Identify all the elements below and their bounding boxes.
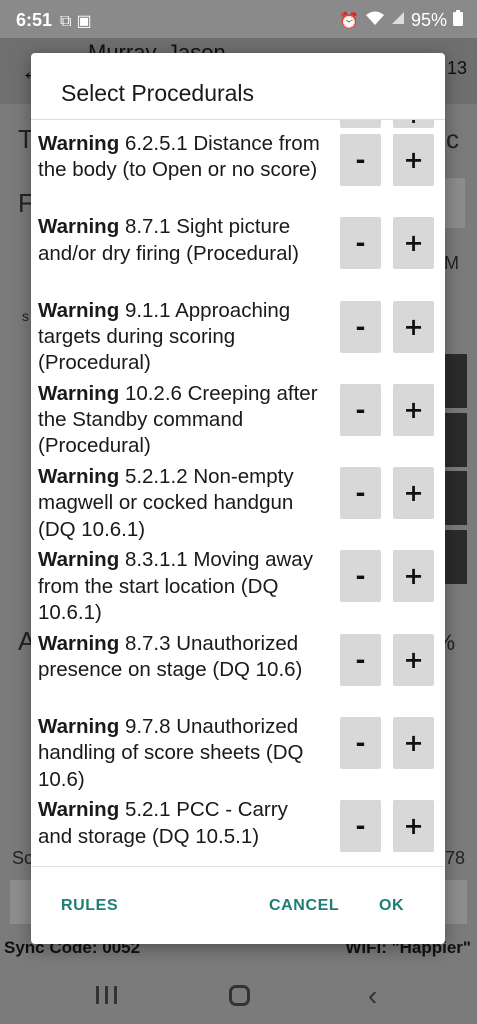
background-text-c: c <box>446 124 459 154</box>
procedural-label: sequence <box>38 120 323 123</box>
increment-button[interactable]: + <box>393 120 434 129</box>
decrement-button[interactable]: - <box>340 217 381 270</box>
copy-icon: ⧉ <box>60 13 72 30</box>
list-item: Warning 9.1.1 Approaching targets during… <box>31 296 445 379</box>
back-icon[interactable]: ‹ <box>368 980 377 1012</box>
list-item: Warning 5.2.1 PCC - Carry and storage (D… <box>31 795 445 866</box>
increment-button[interactable]: + <box>393 633 434 686</box>
list-item: Warning 8.7.3 Unauthorized presence on s… <box>31 629 445 712</box>
battery-percent: 95% <box>410 10 447 30</box>
signal-icon <box>391 11 405 30</box>
background-button <box>443 413 467 467</box>
background-button <box>443 530 467 584</box>
background-score-value: 78 <box>444 848 465 868</box>
procedural-level: Warning <box>38 215 120 239</box>
list-item: Warning 8.7.1 Sight picture and/or dry f… <box>31 212 445 295</box>
background-button <box>443 471 467 525</box>
increment-button[interactable]: + <box>393 383 434 436</box>
procedural-label: Warning 8.7.3 Unauthorized presence on s… <box>38 631 323 684</box>
background-button <box>443 354 467 408</box>
home-icon[interactable] <box>229 985 250 1006</box>
status-bar: 6:51 ⧉ ▣ ⏰ 95% <box>0 0 477 38</box>
procedurals-list-content: sequence - + Warning 6.2.5.1 Distance fr… <box>31 120 445 866</box>
list-item: Warning 5.2.1.2 Non-empty magwell or coc… <box>31 462 445 545</box>
notification-icons: ⧉ ▣ <box>60 10 92 31</box>
decrement-button[interactable]: - <box>340 550 381 603</box>
status-time: 6:51 <box>16 10 53 30</box>
rules-button[interactable]: RULES <box>61 897 118 915</box>
decrement-button[interactable]: - <box>340 383 381 436</box>
increment-button[interactable]: + <box>393 300 434 353</box>
header-number: 13 <box>446 58 467 78</box>
procedural-level: Warning <box>38 798 120 822</box>
increment-button[interactable]: + <box>393 134 434 186</box>
decrement-button[interactable]: - <box>340 300 381 353</box>
decrement-button[interactable]: - <box>340 467 381 520</box>
procedural-level: Warning <box>38 132 120 155</box>
increment-button[interactable]: + <box>393 800 434 853</box>
dialog-title: Select Procedurals <box>61 80 255 106</box>
image-icon: ▣ <box>76 13 92 30</box>
procedural-label: Warning 6.2.5.1 Distance from the body (… <box>38 131 323 184</box>
procedural-level: Warning <box>38 548 120 572</box>
select-procedurals-dialog: Select Procedurals sequence - + Warning … <box>31 53 445 944</box>
procedural-level: Warning <box>38 465 120 489</box>
procedural-label: Warning 10.2.6 Creeping after the Standb… <box>38 381 323 460</box>
procedural-level: Warning <box>38 631 120 655</box>
list-item: Warning 8.3.1.1 Moving away from the sta… <box>31 545 445 628</box>
procedural-label: Warning 9.7.8 Unauthorized handling of s… <box>38 714 323 793</box>
system-icons: ⏰ 95% <box>339 10 463 31</box>
list-item: Warning 6.2.5.1 Distance from the body (… <box>31 129 445 212</box>
procedural-level: Warning <box>38 381 120 405</box>
procedural-level: Warning <box>38 298 120 322</box>
procedurals-list[interactable]: sequence - + Warning 6.2.5.1 Distance fr… <box>31 120 445 866</box>
background-text-m: M <box>444 253 459 273</box>
increment-button[interactable]: + <box>393 217 434 270</box>
background-field <box>443 178 465 228</box>
decrement-button[interactable]: - <box>340 120 381 129</box>
procedural-label: Warning 9.1.1 Approaching targets during… <box>38 298 323 377</box>
background-score-label: Sc <box>12 848 34 868</box>
alarm-icon: ⏰ <box>339 12 359 30</box>
ok-button[interactable]: OK <box>379 897 404 915</box>
procedural-label: Warning 5.2.1 PCC - Carry and storage (D… <box>38 797 323 850</box>
increment-button[interactable]: + <box>393 467 434 520</box>
list-item: sequence - + <box>31 120 445 129</box>
procedural-label: Warning 8.3.1.1 Moving away from the sta… <box>38 547 323 626</box>
footer-divider <box>31 866 445 867</box>
procedural-label: Warning 5.2.1.2 Non-empty magwell or coc… <box>38 464 323 543</box>
wifi-icon <box>365 10 385 31</box>
procedural-label: Warning 8.7.1 Sight picture and/or dry f… <box>38 214 323 267</box>
decrement-button[interactable]: - <box>340 717 381 770</box>
list-item: Warning 9.7.8 Unauthorized handling of s… <box>31 712 445 795</box>
decrement-button[interactable]: - <box>340 134 381 186</box>
list-item: Warning 10.2.6 Creeping after the Standb… <box>31 379 445 462</box>
cancel-button[interactable]: CANCEL <box>269 897 339 915</box>
background-text-s: s <box>22 308 29 324</box>
increment-button[interactable]: + <box>393 717 434 770</box>
increment-button[interactable]: + <box>393 550 434 603</box>
decrement-button[interactable]: - <box>340 633 381 686</box>
navigation-bar: ‹ <box>0 966 477 1024</box>
decrement-button[interactable]: - <box>340 800 381 853</box>
battery-icon <box>453 10 463 31</box>
recents-icon[interactable] <box>96 986 120 1004</box>
procedural-level: Warning <box>38 715 120 739</box>
